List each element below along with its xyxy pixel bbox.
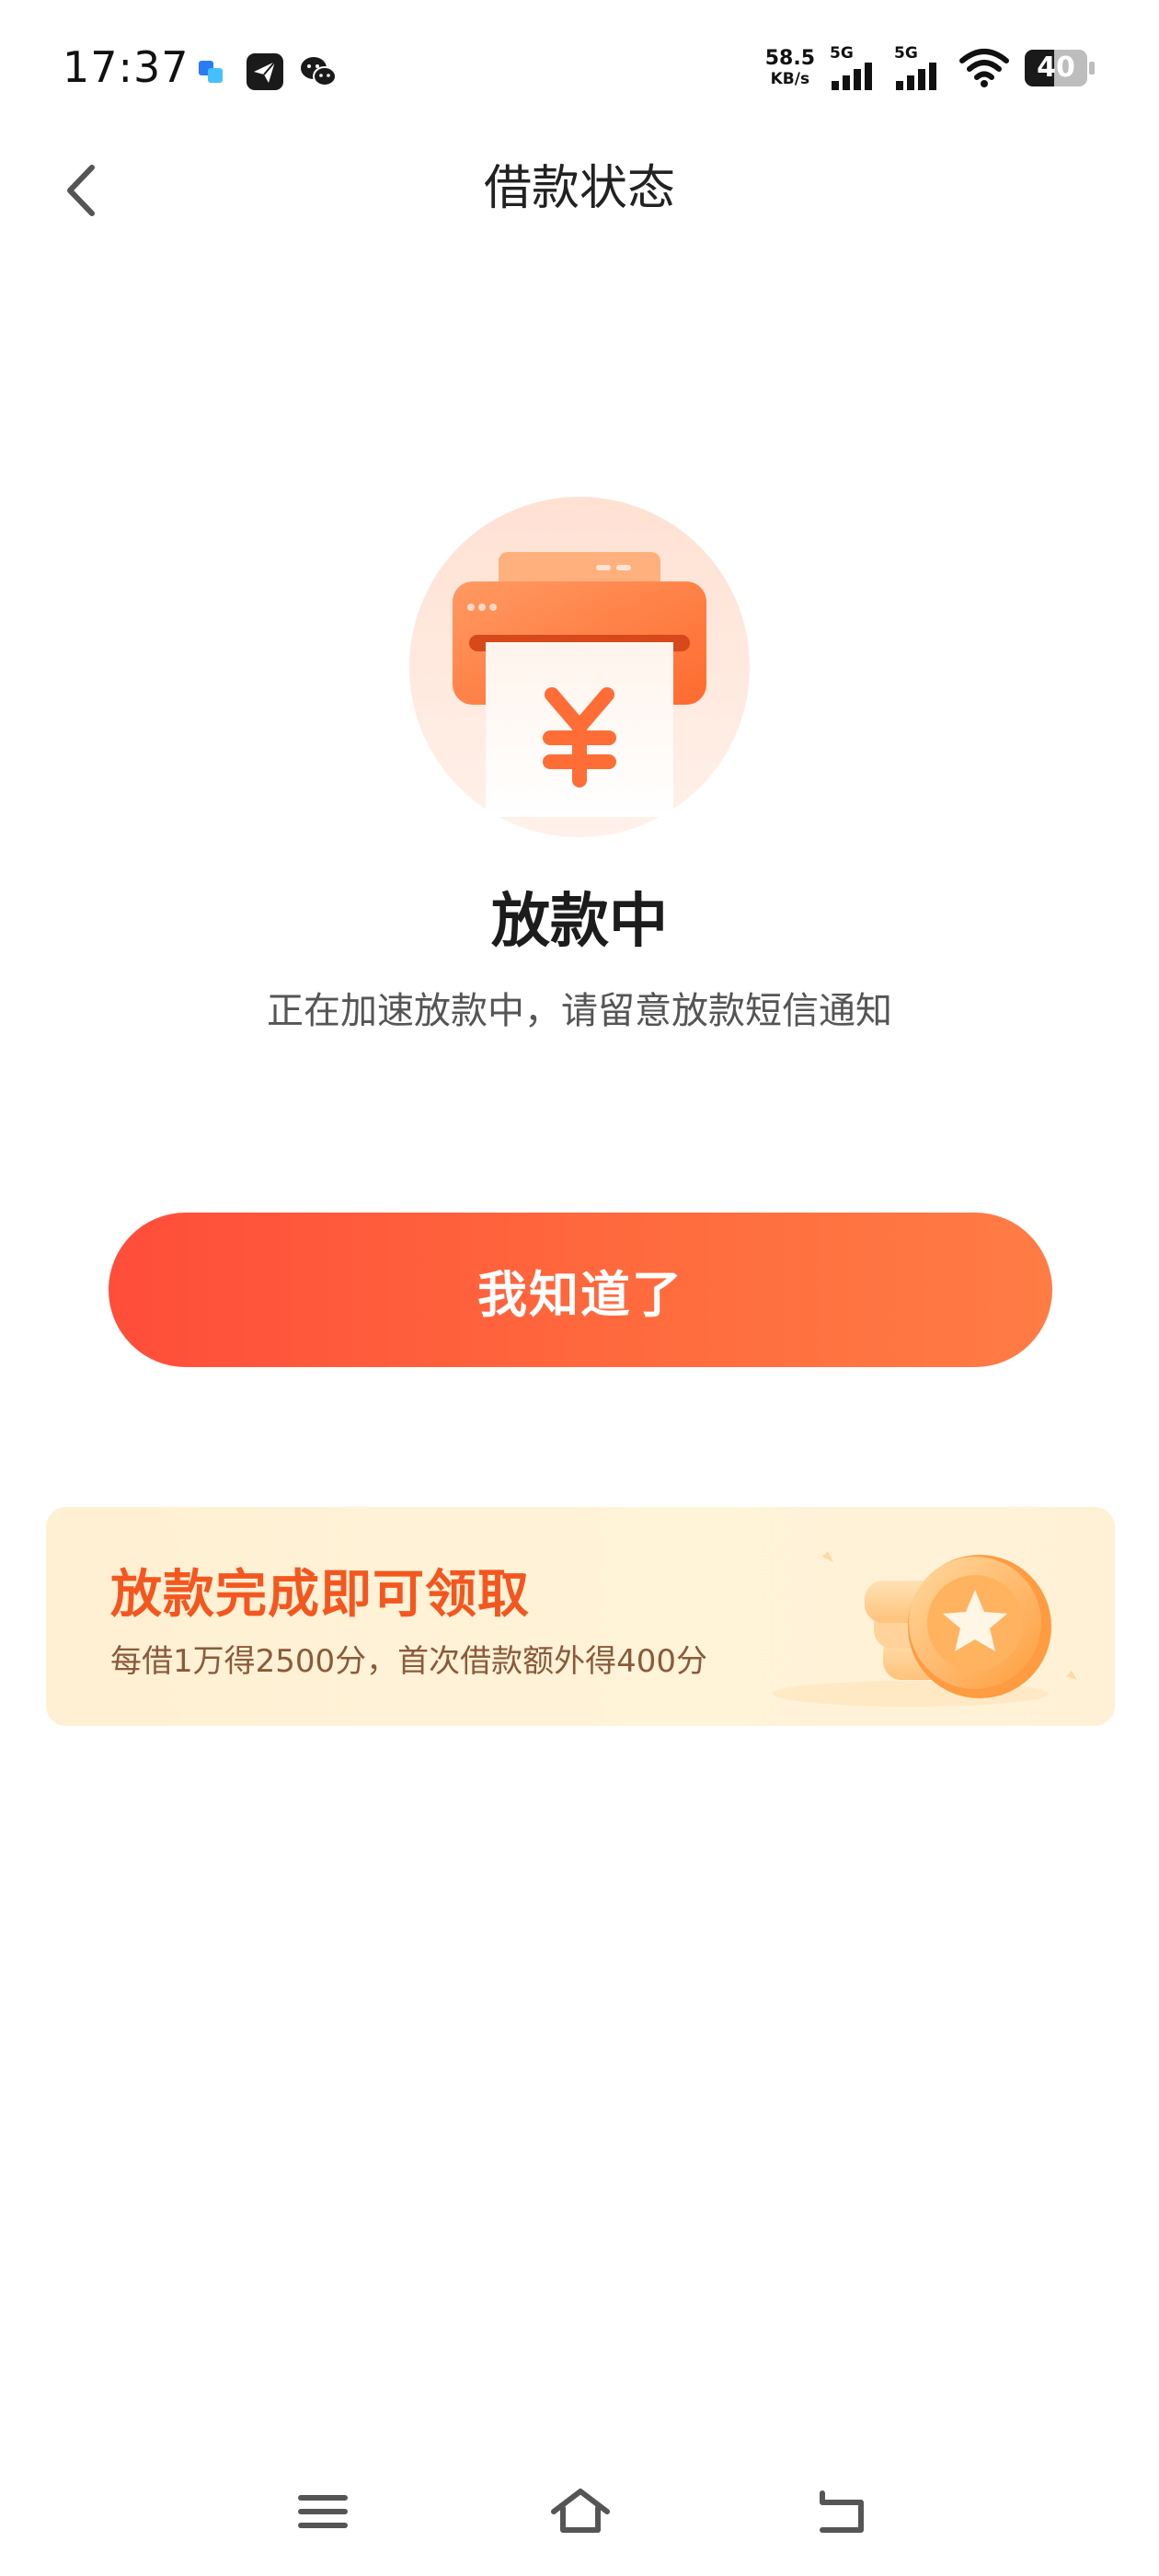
wechat-icon	[301, 57, 337, 86]
network-speed-unit: KB/s	[770, 70, 810, 88]
wifi-icon	[959, 49, 1009, 87]
page-title: 借款状态	[483, 161, 675, 216]
status-description: 正在加速放款中，请留意放款短信通知	[267, 990, 892, 1032]
signal-label: 5G	[894, 44, 918, 63]
menu-icon	[298, 2495, 348, 2528]
signal-bars-icon	[832, 63, 872, 90]
home-icon	[551, 2489, 610, 2533]
network-speed: 58.5 KB/s	[765, 49, 815, 87]
clock: 17:37	[63, 42, 189, 92]
star-coins-icon	[773, 1551, 1077, 1707]
app-notification-icon	[199, 61, 223, 83]
network-speed-value: 58.5	[764, 47, 815, 70]
yuan-printer-icon	[409, 497, 750, 837]
reward-banner[interactable]: 放款完成即可领取 每借1万得2500分，首次借款额外得400分	[46, 1507, 1115, 1726]
nav-home-button[interactable]	[548, 2484, 613, 2539]
nav-back-button[interactable]	[809, 2484, 874, 2539]
signal-label: 5G	[830, 44, 854, 63]
reward-subtitle: 每借1万得2500分，首次借款额外得400分	[110, 1643, 708, 1680]
reward-title: 放款完成即可领取	[110, 1565, 530, 1625]
battery-level: 40	[1037, 52, 1075, 84]
battery-indicator: 40	[1025, 50, 1095, 86]
confirm-button[interactable]: 我知道了	[109, 1213, 1052, 1367]
system-indicators: 58.5 KB/s 5G 5G 40	[765, 46, 1095, 90]
return-icon	[820, 2490, 864, 2533]
signal-5g-2: 5G	[894, 46, 944, 90]
signal-5g-1: 5G	[830, 46, 879, 90]
status-bar: 17:37 58.5 KB/s 5G 5G 40	[0, 0, 1159, 138]
status-title: 放款中	[491, 888, 668, 956]
signal-bars-icon	[896, 63, 936, 90]
nav-menu-button[interactable]	[291, 2484, 355, 2539]
confirm-button-label: 我知道了	[477, 1265, 683, 1324]
notification-icons	[191, 52, 339, 92]
send-app-icon	[247, 53, 283, 90]
